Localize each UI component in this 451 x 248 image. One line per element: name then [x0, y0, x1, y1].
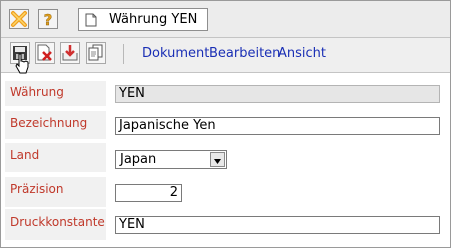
- row-bezeichnung: Bezeichnung Japanische Yen: [1, 111, 450, 139]
- help-icon: ?: [43, 11, 53, 29]
- delete-icon: [37, 44, 52, 61]
- help-button[interactable]: ?: [38, 9, 58, 29]
- country-select[interactable]: Japan: [115, 150, 227, 169]
- title-bar: ? Währung YEN: [1, 1, 450, 38]
- toolbar: Dokument Bearbeiten Ansicht: [1, 38, 450, 73]
- label-bezeichnung: Bezeichnung: [5, 111, 106, 139]
- menu-dokument[interactable]: Dokument: [142, 46, 209, 61]
- close-button[interactable]: [9, 9, 29, 29]
- delete-button[interactable]: [35, 42, 55, 64]
- chevron-down-icon: [214, 159, 221, 164]
- currency-code-field: YEN: [115, 85, 440, 103]
- document-icon: [85, 13, 97, 27]
- row-druckkonstante: Druckkonstante YEN: [1, 209, 450, 240]
- cursor-icon: [15, 53, 29, 74]
- label-waehrung: Währung: [5, 81, 106, 106]
- print-constant-input[interactable]: YEN: [115, 216, 440, 234]
- tab-title: Währung YEN: [109, 12, 198, 27]
- document-tab[interactable]: Währung YEN: [78, 8, 208, 31]
- description-input[interactable]: Japanische Yen: [115, 117, 440, 135]
- menu-bearbeiten[interactable]: Bearbeiten: [209, 46, 280, 61]
- precision-input[interactable]: 2: [115, 184, 182, 202]
- row-waehrung: Währung YEN: [1, 81, 450, 106]
- copy-icon: [88, 44, 103, 61]
- dropdown-arrow-button[interactable]: [210, 152, 225, 167]
- import-icon: [62, 45, 78, 61]
- label-druckkonstante: Druckkonstante: [5, 209, 106, 240]
- label-land: Land: [5, 143, 106, 172]
- copy-button[interactable]: [86, 42, 106, 64]
- currency-window: ? Währung YEN Dokument Bearbeiten Ansich…: [0, 0, 451, 248]
- row-land: Land Japan: [1, 143, 450, 172]
- import-button[interactable]: [60, 42, 80, 64]
- close-icon: [11, 11, 27, 27]
- row-praezision: Präzision 2: [1, 177, 450, 207]
- toolbar-separator: [123, 44, 124, 64]
- label-praezision: Präzision: [5, 177, 106, 207]
- country-select-value: Japan: [120, 152, 157, 167]
- svg-text:?: ?: [44, 11, 53, 28]
- menu-ansicht[interactable]: Ansicht: [278, 46, 326, 61]
